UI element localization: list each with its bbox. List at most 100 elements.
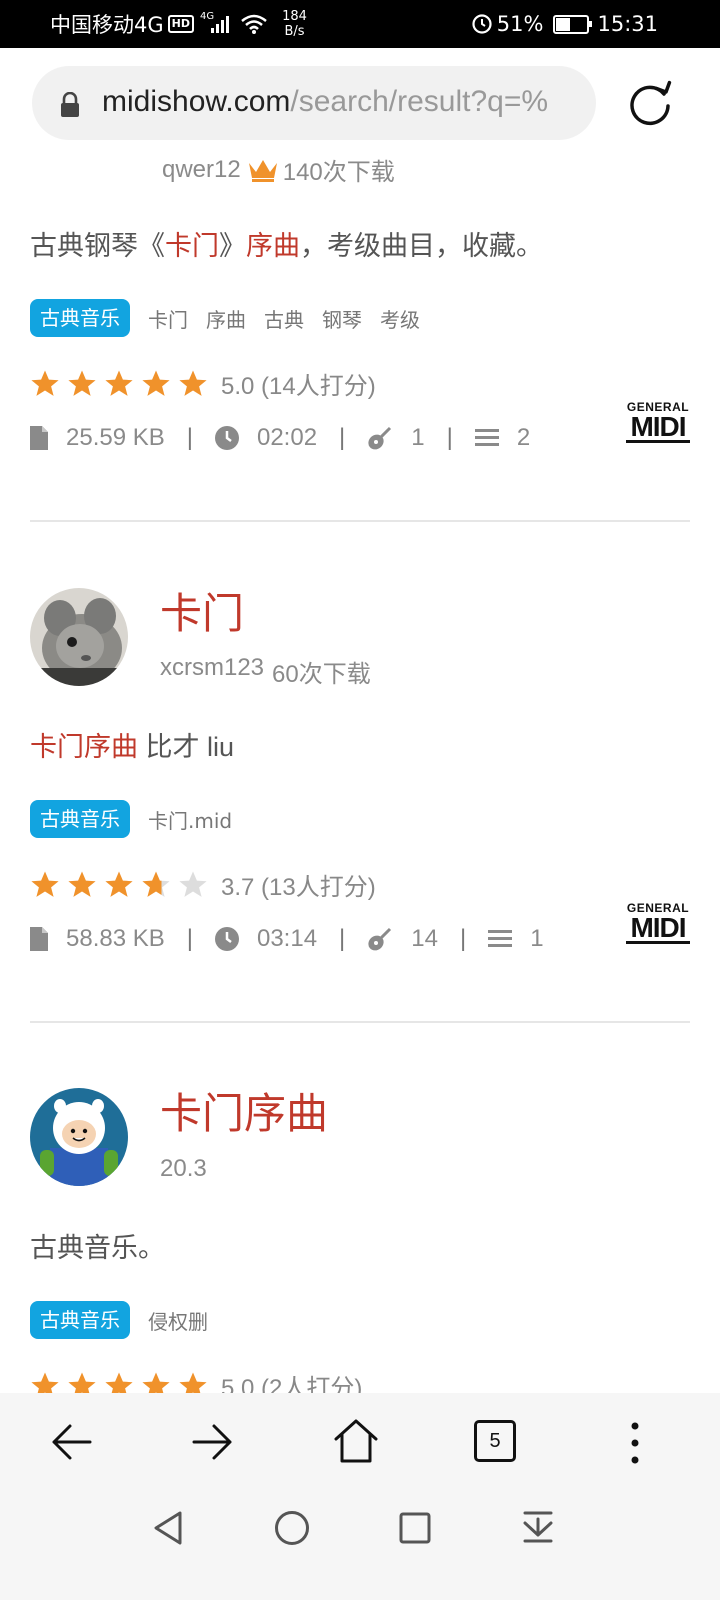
star-icon [179,871,207,897]
file-size: 58.83 KB [66,925,165,952]
more-icon[interactable] [630,1421,640,1465]
guitar-icon [367,425,393,451]
url-text[interactable]: midishow.com/search/result?q=% [102,85,548,119]
tag-link[interactable]: 卡门 [148,304,188,333]
battery-icon [553,14,593,34]
avatar[interactable] [30,1088,128,1186]
author-name[interactable]: 20.3 [160,1155,207,1183]
alarm-icon [472,14,492,34]
star-rating [30,870,215,900]
category-tag[interactable]: 古典音乐 [30,800,130,838]
nav-back-icon[interactable] [152,1510,184,1546]
lock-icon [61,92,79,117]
back-icon[interactable] [50,1421,92,1463]
track-count: 14 [411,925,438,952]
nav-notification-icon[interactable] [522,1509,554,1545]
divider [30,520,690,522]
result-meta: qwer12 140次下载 [162,152,395,187]
url-domain: midishow.com [102,85,291,118]
general-midi-logo: GENERAL MIDI [626,400,690,443]
tag-row: 古典音乐 卡门 序曲 古典 钢琴 考级 [30,299,420,337]
author-name[interactable]: xcrsm123 [160,654,264,689]
tag-link[interactable]: 钢琴 [322,304,362,333]
network-speed: 184 B/s [282,9,307,39]
channel-count: 2 [516,424,531,451]
crown-icon [248,159,277,182]
hd-badge: HD [167,15,194,33]
home-icon[interactable] [332,1417,380,1465]
rating-row: 5.0 (2人打分) [30,1368,362,1393]
result-description: 古典钢琴《卡门》序曲，考级曲目，收藏。 [30,224,543,263]
tag-link[interactable]: 卡门.mid [148,805,232,834]
desc-text: ，考级曲目，收藏。 [300,231,543,261]
general-midi-logo: GENERAL MIDI [626,901,690,944]
nav-recents-icon[interactable] [398,1511,432,1545]
file-stats: 58.83 KB | 03:14 | 14 | 1 [30,925,544,953]
star-icon [142,871,170,897]
file-stats: 25.59 KB | 02:02 | 1 | 2 [30,424,530,452]
star-icon [179,370,207,396]
duration: 03:14 [256,925,318,952]
browser-toolbar: 5 [0,1393,720,1600]
avatar[interactable] [30,588,128,686]
network-type: 4G [199,10,215,22]
forward-icon[interactable] [192,1421,234,1463]
star-icon [31,871,59,897]
star-icon [68,370,96,396]
desc-text: 古典钢琴《 [30,231,165,261]
wifi-icon [241,14,267,34]
rating-row: 5.0 (14人打分) [30,366,376,401]
tag-link[interactable]: 考级 [380,304,420,333]
desc-text: 》 [219,231,246,261]
channel-count: 1 [530,925,544,952]
tag-link[interactable]: 序曲 [206,304,246,333]
divider [30,1021,690,1023]
download-count: 60次下载 [272,661,371,688]
clock-time: 15:31 [597,12,658,36]
address-bar[interactable]: midishow.com/search/result?q=% [32,66,596,140]
status-left: 中国移动4G HD 4G 184 B/s [50,0,307,48]
star-icon [105,370,133,396]
list-icon [474,428,499,448]
nav-home-icon[interactable] [274,1510,310,1546]
star-rating [30,1371,215,1393]
duration: 02:02 [256,424,318,451]
file-icon [30,426,48,450]
star-icon [179,1372,207,1393]
star-icon [31,1372,59,1393]
tabs-icon[interactable]: 5 [474,1420,516,1462]
category-tag[interactable]: 古典音乐 [30,1301,130,1339]
desc-highlight: 卡门 [165,231,219,261]
author-name[interactable]: qwer12 [162,156,241,184]
tag-link[interactable]: 侵权删 [148,1306,208,1335]
desc-highlight: 序曲 [246,231,300,261]
carrier-label: 中国移动4G [50,13,164,37]
logo-main-text: MIDI [626,413,690,443]
status-bar: 中国移动4G HD 4G 184 B/s 51% 15:31 [0,0,720,48]
file-size: 25.59 KB [66,424,165,451]
url-path: /search/result?q=% [290,85,549,118]
clock-icon [214,426,239,450]
reload-icon[interactable] [626,80,674,128]
rating-row: 3.7 (13人打分) [30,867,376,902]
star-rating [30,369,215,399]
speed-value: 184 [282,9,307,24]
tab-count: 5 [489,1430,501,1452]
category-tag[interactable]: 古典音乐 [30,299,130,337]
result-title[interactable]: 卡门 [160,580,244,641]
result-title[interactable]: 卡门序曲 [160,1080,328,1141]
star-icon [68,871,96,897]
desc-text: 比才 liu [138,732,235,762]
tag-row: 古典音乐 卡门.mid [30,800,232,838]
tag-link[interactable]: 古典 [264,304,304,333]
star-icon [68,1372,96,1393]
result-meta: xcrsm123 60次下载 [160,654,371,689]
list-icon [488,929,513,949]
speed-unit: B/s [284,24,305,39]
track-count: 1 [411,424,425,451]
download-count: 140次下载 [282,159,395,186]
star-icon [105,1372,133,1393]
battery-percent: 51% [496,12,544,36]
clock-icon [214,927,239,951]
logo-main-text: MIDI [626,914,690,944]
